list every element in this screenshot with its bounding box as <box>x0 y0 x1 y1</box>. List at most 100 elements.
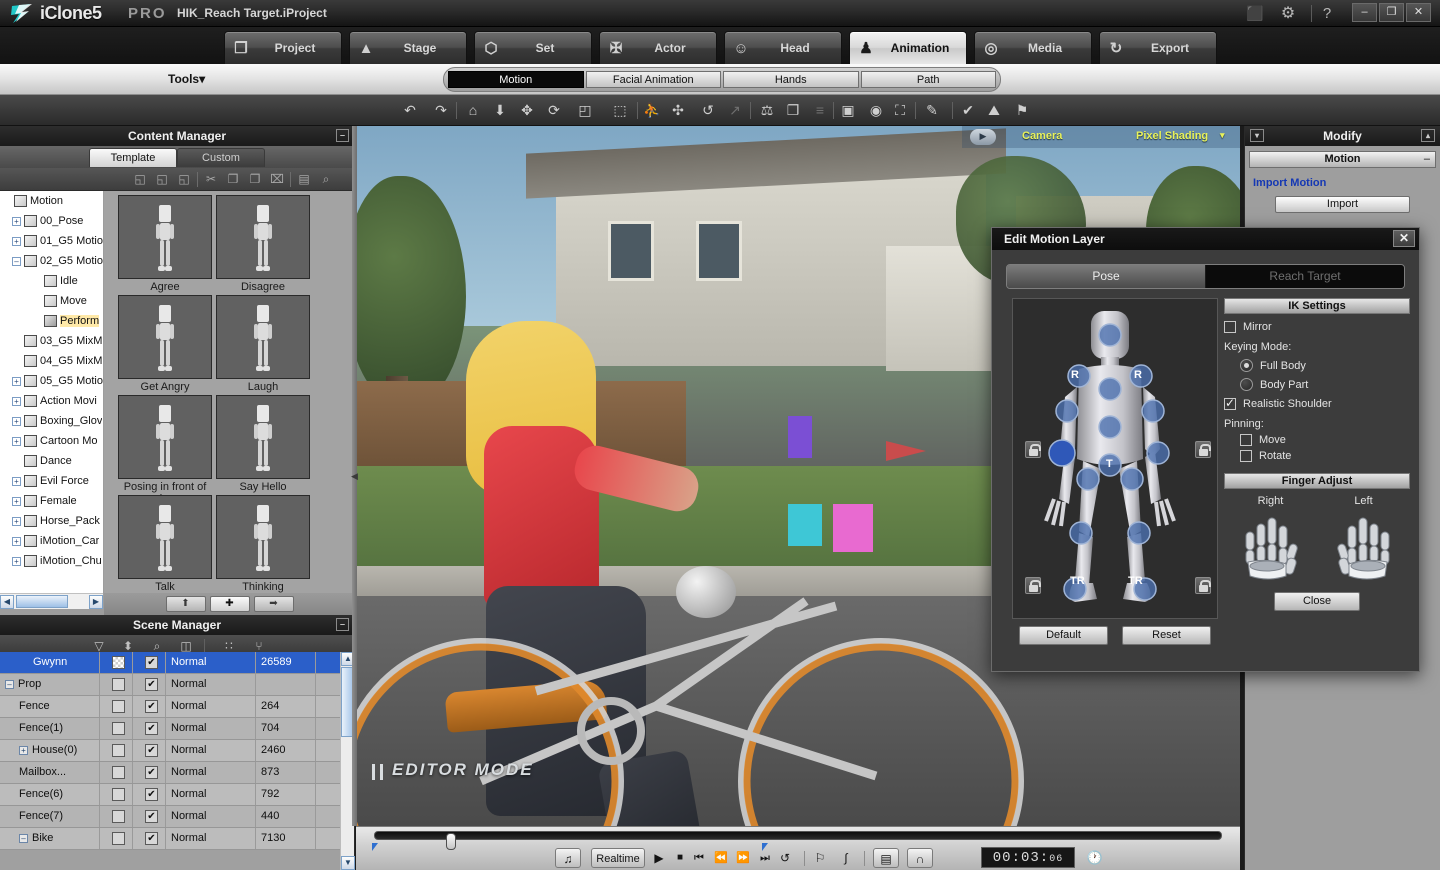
cell-freeze[interactable] <box>100 674 133 695</box>
redo-icon[interactable]: ↷ <box>431 100 451 121</box>
tree-item[interactable]: +Horse_Pack <box>0 511 103 531</box>
expand-icon[interactable]: + <box>12 237 21 246</box>
timecode-display[interactable]: 00:03:06 <box>981 847 1075 868</box>
tree-item[interactable]: 03_G5 MixM <box>0 331 103 351</box>
pinning-move-checkbox[interactable] <box>1240 434 1252 446</box>
table-row[interactable]: Mailbox...✔Normal873 <box>0 762 341 784</box>
scroll-right-button[interactable]: ▶ <box>89 595 103 609</box>
play-button[interactable]: ▶ <box>650 848 668 868</box>
cell-show[interactable]: ✔ <box>133 828 166 849</box>
terrain-icon[interactable]: ⛰ <box>984 100 1004 121</box>
pinning-rotate-row[interactable]: Rotate <box>1240 450 1410 462</box>
keying-body-part-row[interactable]: Body Part <box>1240 378 1410 391</box>
table-row[interactable]: –Prop✔Normal <box>0 674 341 696</box>
subtab-facial-animation[interactable]: Facial Animation <box>586 71 722 88</box>
cell-show[interactable]: ✔ <box>133 762 166 783</box>
tree-item[interactable]: Dance <box>0 451 103 471</box>
table-row[interactable]: Fence(7)✔Normal440 <box>0 806 341 828</box>
freeze-checkbox[interactable] <box>112 722 125 735</box>
select-icon[interactable]: ⬚ <box>610 100 630 121</box>
expand-icon[interactable]: + <box>12 397 21 406</box>
left-hand-icon[interactable] <box>1329 510 1399 582</box>
tab-media[interactable]: ◎ Media <box>974 31 1092 64</box>
lock-icon-left-hand[interactable] <box>1025 441 1041 458</box>
new-folder-icon[interactable]: ◱ <box>130 171 150 188</box>
tree-item[interactable]: +Cartoon Mo <box>0 431 103 451</box>
tree-item[interactable]: Move <box>0 291 103 311</box>
help-icon[interactable]: ? <box>1317 4 1337 23</box>
properties-icon[interactable]: ▤ <box>294 171 314 188</box>
gear-icon[interactable]: ⚙ <box>1278 4 1298 23</box>
cell-show[interactable]: ✔ <box>133 674 166 695</box>
freeze-checkbox[interactable] <box>112 810 125 823</box>
tree-item[interactable]: +Female <box>0 491 103 511</box>
scale-icon[interactable]: ◰ <box>575 100 595 121</box>
timeline-track[interactable] <box>374 831 1222 840</box>
ik-pose-icon[interactable]: ⛹ <box>642 100 662 121</box>
subtab-motion[interactable]: Motion <box>448 71 584 88</box>
restore-button[interactable]: ❐ <box>1379 3 1404 22</box>
expand-icon[interactable]: + <box>12 557 21 566</box>
close-icon[interactable]: ✕ <box>1393 230 1415 247</box>
tree-item[interactable]: +Action Movi <box>0 391 103 411</box>
delete-icon[interactable]: ⌧ <box>267 171 287 188</box>
collapse-icon[interactable]: – <box>12 257 21 266</box>
expand-icon[interactable]: + <box>12 477 21 486</box>
collapse-icon[interactable]: – <box>5 680 14 689</box>
apply-up-button[interactable]: ⬆ <box>166 596 206 612</box>
tree-item[interactable]: Idle <box>0 271 103 291</box>
camera-capture-button[interactable]: ▤ <box>873 848 899 868</box>
table-row[interactable]: Fence(1)✔Normal704 <box>0 718 341 740</box>
cell-freeze[interactable] <box>100 806 133 827</box>
body-manikin-selector[interactable]: R R T TR TR <box>1012 298 1218 619</box>
tree-item[interactable]: +iMotion_Car <box>0 531 103 551</box>
tree-item[interactable]: +05_G5 Motio <box>0 371 103 391</box>
expand-icon[interactable]: + <box>12 497 21 506</box>
tree-item[interactable]: +00_Pose <box>0 211 103 231</box>
expand-icon[interactable]: + <box>12 437 21 446</box>
show-checkbox[interactable]: ✔ <box>145 832 158 845</box>
viewport-expand-icon[interactable]: ▶ <box>970 129 996 145</box>
fullscreen-icon[interactable]: ⛶ <box>890 100 910 121</box>
tree-item[interactable]: +Evil Force <box>0 471 103 491</box>
open-folder-icon[interactable]: ◱ <box>152 171 172 188</box>
tree-item[interactable]: Perform <box>0 311 103 331</box>
subtab-hands[interactable]: Hands <box>723 71 859 88</box>
mode-reach-target[interactable]: Reach Target <box>1206 265 1404 288</box>
rotate-icon[interactable]: ⟳ <box>544 100 564 121</box>
tree-item[interactable]: +Boxing_Glov <box>0 411 103 431</box>
motion-thumbnail[interactable]: Say Hello <box>216 395 310 493</box>
realistic-shoulder-checkbox[interactable] <box>1224 398 1236 410</box>
reset-button[interactable]: Reset <box>1122 626 1211 645</box>
motion-thumbnail[interactable]: Disagree <box>216 195 310 293</box>
clock-icon[interactable]: 🕐 <box>1085 848 1105 868</box>
forward-button[interactable]: ⏩ <box>734 848 752 868</box>
cell-freeze[interactable] <box>100 696 133 717</box>
minimize-icon[interactable]: – <box>336 618 349 631</box>
cell-show[interactable]: ✔ <box>133 718 166 739</box>
expand-icon[interactable]: + <box>12 377 21 386</box>
motion-thumbnail[interactable]: Agree <box>118 195 212 293</box>
table-row[interactable]: Fence✔Normal264 <box>0 696 341 718</box>
minimize-button[interactable]: – <box>1352 3 1377 22</box>
tab-animation[interactable]: ♟ Animation <box>849 31 967 64</box>
cell-show[interactable]: ✔ <box>133 740 166 761</box>
tree-horizontal-scrollbar[interactable]: ◀ ▶ <box>0 593 103 609</box>
expand-icon[interactable]: + <box>12 417 21 426</box>
tab-stage[interactable]: ▲ Stage <box>349 31 467 64</box>
show-checkbox[interactable]: ✔ <box>145 766 158 779</box>
timeline-toggle-button[interactable]: ♫ <box>555 848 581 868</box>
motion-thumbnail[interactable]: Thinking <box>216 495 310 593</box>
tree-item[interactable]: –02_G5 Motio <box>0 251 103 271</box>
full-body-radio[interactable] <box>1240 359 1253 372</box>
render-icon[interactable]: ◉ <box>866 100 886 121</box>
tree-item[interactable]: Motion <box>0 191 103 211</box>
next-frame-button[interactable]: ⏭ <box>756 848 774 868</box>
curve-editor-icon[interactable]: ∫ <box>836 848 856 868</box>
home-icon[interactable]: ⌂ <box>463 100 483 121</box>
paint-icon[interactable]: ✎ <box>922 100 942 121</box>
drop-to-floor-icon[interactable]: ⬇ <box>490 100 510 121</box>
flag-icon[interactable]: ⚑ <box>1012 100 1032 121</box>
lock-icon-right-foot[interactable] <box>1195 577 1211 594</box>
duplicate-icon[interactable]: ❐ <box>783 100 803 121</box>
